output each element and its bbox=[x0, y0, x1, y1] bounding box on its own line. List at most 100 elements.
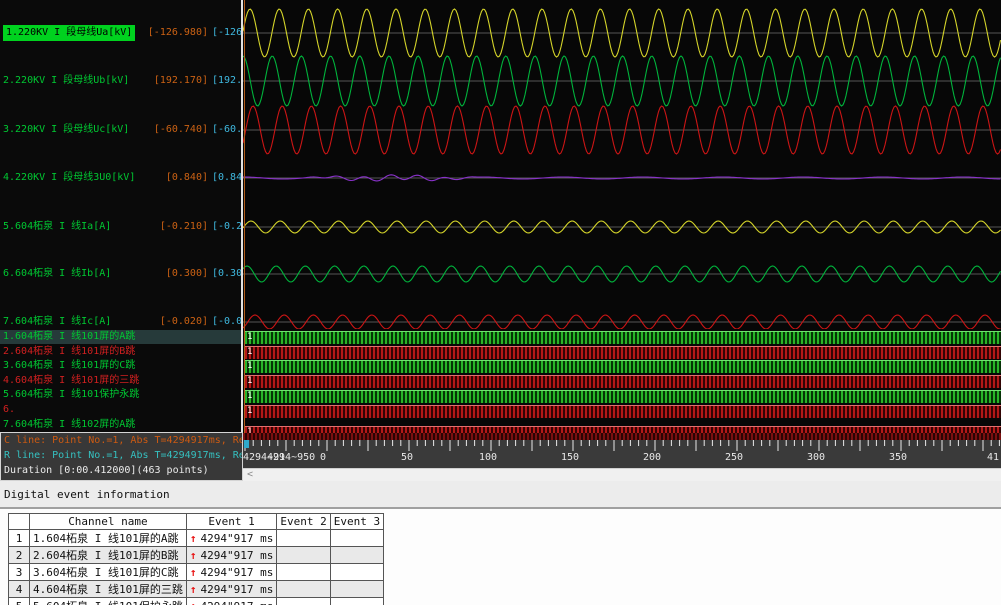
analog-channel-name[interactable]: 4.220KV I 段母线3U0[kV] bbox=[3, 170, 135, 186]
axis-tick-label: 50 bbox=[401, 452, 413, 463]
analog-channel-name[interactable]: 7.604柘泉 I 线Ic[A] bbox=[3, 314, 111, 330]
event-table-row-2[interactable]: 22.604柘泉 I 线101屏的B跳↑4294"917 ms bbox=[9, 547, 384, 564]
event-channel-name: 5.604柘泉 I 线101保护永跳 bbox=[30, 598, 187, 605]
digital-state-bar-4[interactable]: 1 bbox=[245, 375, 1001, 388]
cursor-value-r: [-126.980] bbox=[212, 25, 241, 41]
analog-channel-label-row-2[interactable]: 2.220KV I 段母线Ub[kV] [192.170][192.170] bbox=[0, 73, 241, 89]
analog-channel-name[interactable]: 2.220KV I 段母线Ub[kV] bbox=[3, 73, 129, 89]
cursor-value-r: [0.300] bbox=[212, 266, 241, 282]
horizontal-scrollbar[interactable]: < bbox=[243, 468, 1001, 481]
event1-time: 4294"917 ms bbox=[200, 583, 273, 596]
digital-channel-label-row-6[interactable]: 6. bbox=[0, 403, 241, 417]
digital-channel-label-row-7[interactable]: 7.604柘泉 I 线102屏的A跳 bbox=[0, 418, 241, 432]
digital-channel-name[interactable]: 2.604柘泉 I 线101屏的B跳 bbox=[3, 345, 135, 359]
cursor-value-c: [-0.020] bbox=[160, 314, 208, 330]
digital-channel-label-row-2[interactable]: 2.604柘泉 I 线101屏的B跳 bbox=[0, 345, 241, 359]
digital-channel-name[interactable]: 6. bbox=[3, 403, 15, 417]
digital-channel-label-row-3[interactable]: 3.604柘泉 I 线101屏的C跳 bbox=[0, 359, 241, 373]
digital-state-bar-3[interactable]: 1 bbox=[245, 360, 1001, 373]
cursor-value-c: [-126.980] bbox=[148, 25, 208, 41]
digital-channel-plot[interactable]: 1 1 1 1 1 1 1 bbox=[243, 329, 1001, 433]
event-table-row-4[interactable]: 44.604柘泉 I 线101屏的三跳↑4294"917 ms bbox=[9, 581, 384, 598]
axis-tick-label: 250 bbox=[725, 452, 743, 463]
cursor-value-c: [0.300] bbox=[166, 266, 208, 282]
digital-state-value: 1 bbox=[247, 347, 252, 358]
analog-channel-label-row-1[interactable]: 1.220KV I 段母线Ua[kV] [-126.980][-126.980] bbox=[0, 25, 241, 41]
scroll-left-icon[interactable]: < bbox=[247, 469, 253, 481]
rising-edge-icon: ↑ bbox=[190, 549, 197, 562]
table-header-event-1[interactable]: Event 1 bbox=[186, 514, 276, 530]
cursor-value-c: [192.170] bbox=[154, 73, 208, 89]
analog-channel-label-row-7[interactable]: 7.604柘泉 I 线Ic[A][-0.020][-0.020] bbox=[0, 314, 241, 330]
digital-state-bar-1[interactable]: 1 bbox=[245, 331, 1001, 344]
event1-cell: ↑4294"917 ms bbox=[186, 547, 276, 564]
row-number: 4 bbox=[9, 581, 30, 598]
c-cursor-line[interactable] bbox=[244, 0, 245, 433]
event-table-row-1[interactable]: 11.604柘泉 I 线101屏的A跳↑4294"917 ms bbox=[9, 530, 384, 547]
digital-state-bar-7[interactable]: 1 bbox=[245, 426, 1001, 433]
event3-cell bbox=[330, 581, 383, 598]
analog-channel-label-row-3[interactable]: 3.220KV I 段母线Uc[kV][-60.740][-60.740] bbox=[0, 122, 241, 138]
analog-waveform-plot[interactable] bbox=[243, 0, 1001, 329]
axis-tick-label: 41 bbox=[987, 452, 999, 463]
cursor-value-r: [-0.210] bbox=[212, 219, 241, 235]
digital-state-value: 1 bbox=[247, 406, 252, 417]
table-header-channel-name[interactable]: Channel name bbox=[30, 514, 187, 530]
axis-tick-label: 100 bbox=[479, 452, 497, 463]
digital-channel-name[interactable]: 1.604柘泉 I 线101屏的A跳 bbox=[3, 330, 135, 344]
analog-channel-name[interactable]: 1.220KV I 段母线Ua[kV] bbox=[3, 25, 135, 41]
row-number: 3 bbox=[9, 564, 30, 581]
digital-state-value: 1 bbox=[247, 391, 252, 402]
r-line-status: R line: Point No.=1, Abs T=4294917ms, Re… bbox=[1, 448, 242, 463]
event2-cell bbox=[277, 547, 330, 564]
digital-channel-name[interactable]: 5.604柘泉 I 线101保护永跳 bbox=[3, 388, 139, 402]
digital-event-table[interactable]: Channel nameEvent 1Event 2Event 3 11.604… bbox=[8, 513, 384, 605]
event1-time: 4294"917 ms bbox=[200, 600, 273, 605]
analog-channel-name[interactable]: 3.220KV I 段母线Uc[kV] bbox=[3, 122, 129, 138]
table-header-event-3[interactable]: Event 3 bbox=[330, 514, 383, 530]
time-axis: 4294~914294~95005010015020025030035041 bbox=[243, 433, 1001, 468]
event3-cell bbox=[330, 564, 383, 581]
event1-cell: ↑4294"917 ms bbox=[186, 581, 276, 598]
cursor-status-panel: C line: Point No.=1, Abs T=4294917ms, Re… bbox=[0, 432, 243, 481]
digital-state-bar-5[interactable]: 1 bbox=[245, 390, 1001, 403]
event3-cell bbox=[330, 547, 383, 564]
event2-cell bbox=[277, 564, 330, 581]
event1-cell: ↑4294"917 ms bbox=[186, 564, 276, 581]
analog-channel-name[interactable]: 6.604柘泉 I 线Ib[A] bbox=[3, 266, 111, 282]
event2-cell bbox=[277, 598, 330, 605]
cursor-value-c: [-60.740] bbox=[154, 122, 208, 138]
cursor-value-r: [192.170] bbox=[212, 73, 241, 89]
analog-channel-label-row-6[interactable]: 6.604柘泉 I 线Ib[A] [0.300][0.300] bbox=[0, 266, 241, 282]
event-channel-name: 3.604柘泉 I 线101屏的C跳 bbox=[30, 564, 187, 581]
event-table-row-3[interactable]: 33.604柘泉 I 线101屏的C跳↑4294"917 ms bbox=[9, 564, 384, 581]
digital-channel-label-row-5[interactable]: 5.604柘泉 I 线101保护永跳 bbox=[0, 388, 241, 402]
axis-tick-label: 300 bbox=[807, 452, 825, 463]
c-line-status: C line: Point No.=1, Abs T=4294917ms, Re… bbox=[1, 433, 242, 448]
axis-tick-label: 0 bbox=[320, 452, 326, 463]
event-table-row-5[interactable]: 55.604柘泉 I 线101保护永跳↑4294"917 ms bbox=[9, 598, 384, 605]
waveform-analyzer-window: 1.220KV I 段母线Ua[kV] [-126.980][-126.980] 2… bbox=[0, 0, 1001, 605]
event1-cell: ↑4294"917 ms bbox=[186, 598, 276, 605]
digital-state-bar-6[interactable]: 1 bbox=[245, 405, 1001, 418]
duration-status: Duration [0:00.412000](463 points) bbox=[1, 463, 242, 478]
digital-channel-name[interactable]: 3.604柘泉 I 线101屏的C跳 bbox=[3, 359, 135, 373]
axis-tick-label: 200 bbox=[643, 452, 661, 463]
digital-state-bar-2[interactable]: 1 bbox=[245, 346, 1001, 359]
digital-channel-label-row-1[interactable]: 1.604柘泉 I 线101屏的A跳 bbox=[0, 330, 241, 344]
digital-event-header-strip: Digital event information bbox=[0, 481, 1001, 509]
event1-time: 4294"917 ms bbox=[200, 532, 273, 545]
cursor-value-c: [0.840] bbox=[166, 170, 208, 186]
event-channel-name: 4.604柘泉 I 线101屏的三跳 bbox=[30, 581, 187, 598]
digital-channel-name[interactable]: 7.604柘泉 I 线102屏的A跳 bbox=[3, 418, 135, 432]
digital-channel-label-row-4[interactable]: 4.604柘泉 I 线101屏的三跳 bbox=[0, 374, 241, 388]
r-cursor-marker[interactable] bbox=[244, 440, 249, 448]
event3-cell bbox=[330, 598, 383, 605]
digital-channel-name[interactable]: 4.604柘泉 I 线101屏的三跳 bbox=[3, 374, 139, 388]
event-channel-name: 2.604柘泉 I 线101屏的B跳 bbox=[30, 547, 187, 564]
analog-channel-label-row-4[interactable]: 4.220KV I 段母线3U0[kV][0.840][0.840] bbox=[0, 170, 241, 186]
analog-channel-name[interactable]: 5.604柘泉 I 线Ia[A] bbox=[3, 219, 111, 235]
table-header-event-2[interactable]: Event 2 bbox=[277, 514, 330, 530]
digital-state-value: 1 bbox=[247, 332, 252, 343]
analog-channel-label-row-5[interactable]: 5.604柘泉 I 线Ia[A][-0.210][-0.210] bbox=[0, 219, 241, 235]
